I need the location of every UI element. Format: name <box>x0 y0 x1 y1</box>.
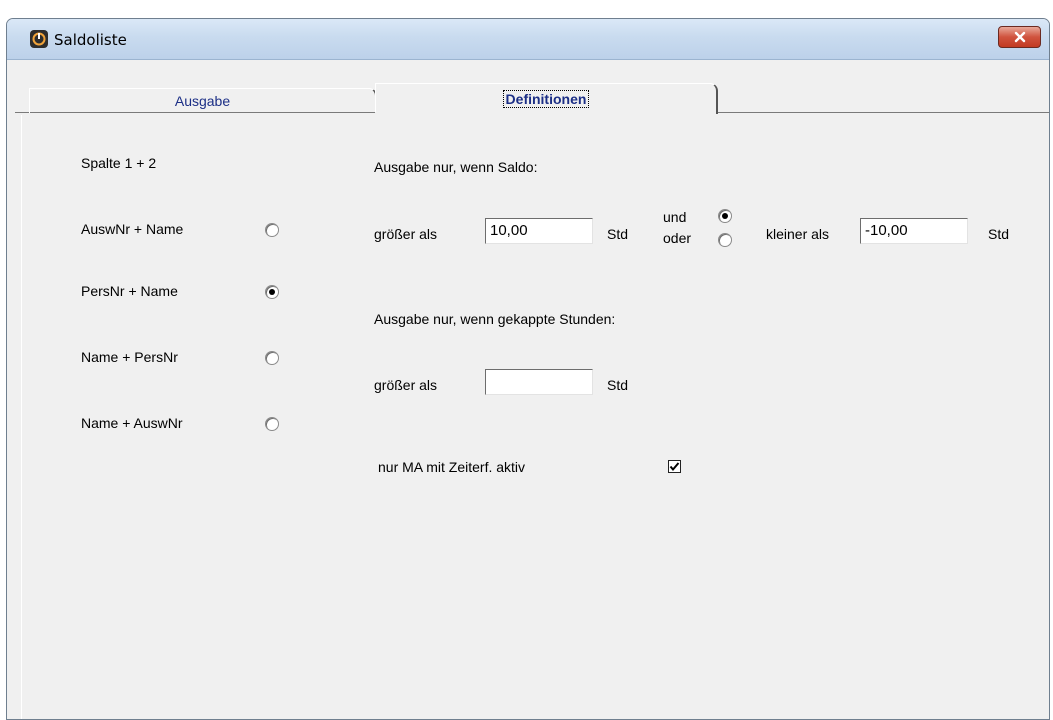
option-name-persnr-radio[interactable] <box>265 351 279 365</box>
oder-radio[interactable] <box>718 233 732 247</box>
saldo-heading: Ausgabe nur, wenn Saldo: <box>374 159 538 175</box>
checkmark-icon <box>669 462 680 472</box>
title-bar[interactable]: Saldoliste <box>7 19 1049 60</box>
option-persnr-name-radio[interactable] <box>265 285 279 299</box>
saldo-greater-unit: Std <box>607 226 629 242</box>
tab-ausgabe-label: Ausgabe <box>174 93 231 109</box>
saldo-smaller-input[interactable]: -10,00 <box>860 218 968 244</box>
und-radio[interactable] <box>718 209 732 223</box>
app-icon <box>30 30 48 48</box>
saldo-smaller-unit: Std <box>988 226 1010 242</box>
capped-greater-unit: Std <box>607 377 629 393</box>
window-title: Saldoliste <box>54 31 127 49</box>
active-filter-label: nur MA mit Zeiterf. aktiv <box>378 459 526 475</box>
option-persnr-name-label: PersNr + Name <box>81 283 178 299</box>
definitionen-panel: Spalte 1 + 2 AuswNr + Name PersNr + Name… <box>21 115 1042 719</box>
capped-greater-input[interactable] <box>485 369 593 395</box>
option-name-auswnr-label: Name + AuswNr <box>81 415 183 431</box>
tab-definitionen[interactable]: Definitionen <box>375 83 718 114</box>
saldo-smaller-label: kleiner als <box>766 226 830 242</box>
saldoliste-window: Saldoliste Ausgabe Definitionen Spalte 1… <box>6 18 1050 720</box>
close-icon <box>1014 31 1025 43</box>
capped-heading: Ausgabe nur, wenn gekappte Stunden: <box>374 311 616 327</box>
option-auswnr-name-radio[interactable] <box>265 223 279 237</box>
saldo-greater-input[interactable]: 10,00 <box>485 218 593 244</box>
tab-definitionen-label: Definitionen <box>502 90 590 108</box>
saldo-greater-label: größer als <box>374 226 438 242</box>
active-tab-mask <box>375 112 715 114</box>
option-name-auswnr-radio[interactable] <box>265 417 279 431</box>
oder-label: oder <box>663 230 692 246</box>
close-button[interactable] <box>998 26 1041 48</box>
option-auswnr-name-label: AuswNr + Name <box>81 221 184 237</box>
tab-ausgabe[interactable]: Ausgabe <box>29 88 377 113</box>
und-label: und <box>663 209 687 225</box>
option-name-persnr-label: Name + PersNr <box>81 349 178 365</box>
active-filter-checkbox[interactable] <box>668 460 681 473</box>
capped-greater-label: größer als <box>374 377 438 393</box>
columns-heading: Spalte 1 + 2 <box>81 155 157 171</box>
tab-row: Ausgabe Definitionen <box>15 83 1049 114</box>
